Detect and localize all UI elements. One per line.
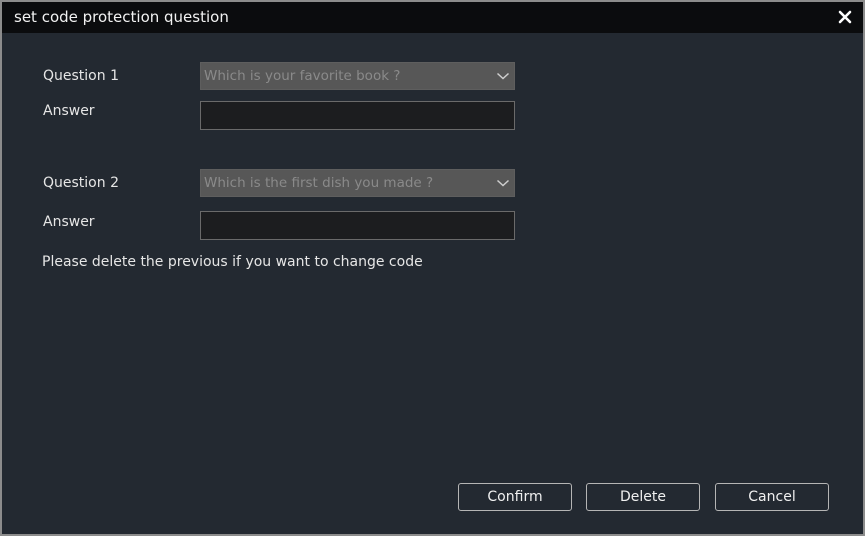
chevron-down-icon: [496, 179, 510, 187]
question1-label: Question 1: [43, 68, 119, 84]
question1-selected-value: Which is your favorite book ?: [204, 68, 401, 84]
question1-select[interactable]: Which is your favorite book ?: [200, 62, 515, 90]
close-icon[interactable]: [837, 9, 853, 25]
delete-button[interactable]: Delete: [586, 483, 700, 511]
dialog-titlebar: set code protection question: [2, 2, 863, 33]
answer2-input[interactable]: [200, 211, 515, 240]
confirm-button[interactable]: Confirm: [458, 483, 572, 511]
answer1-input[interactable]: [200, 101, 515, 130]
cancel-button[interactable]: Cancel: [715, 483, 829, 511]
set-code-protection-dialog: set code protection question Question 1 …: [0, 0, 865, 536]
question2-select[interactable]: Which is the first dish you made ?: [200, 169, 515, 197]
chevron-down-icon: [496, 72, 510, 80]
question2-selected-value: Which is the first dish you made ?: [204, 175, 434, 191]
change-code-note: Please delete the previous if you want t…: [42, 254, 423, 270]
answer2-label: Answer: [43, 214, 95, 230]
dialog-title: set code protection question: [14, 8, 229, 26]
question2-label: Question 2: [43, 175, 119, 191]
answer1-label: Answer: [43, 103, 95, 119]
